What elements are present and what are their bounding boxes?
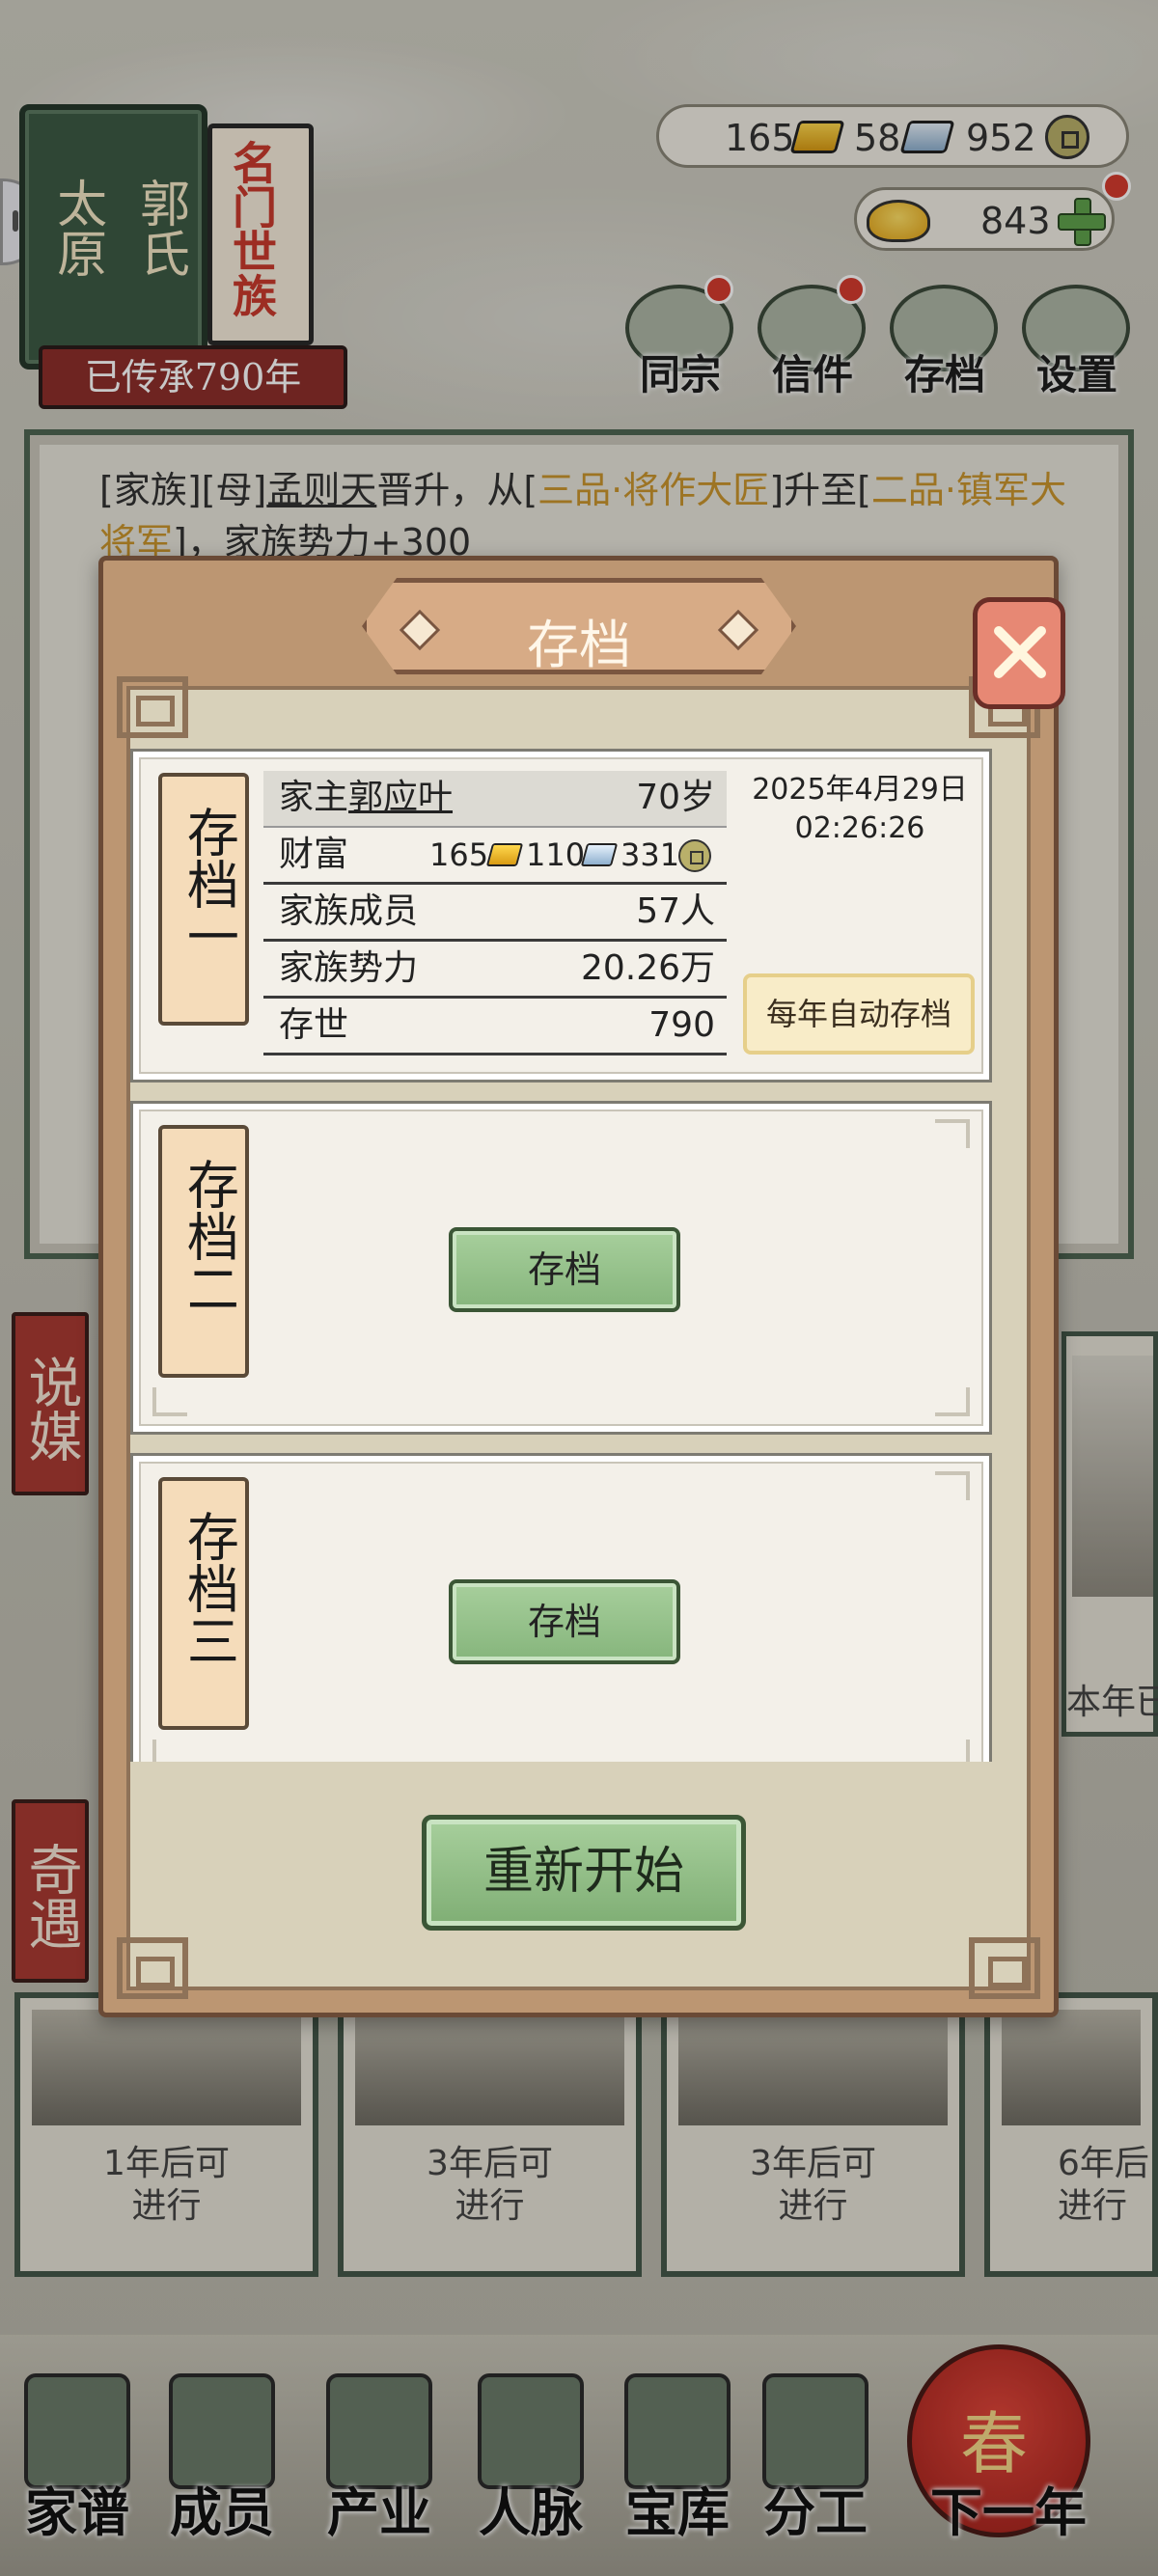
slot-tag: 存档三 bbox=[158, 1477, 249, 1730]
dialog-title-plate: 存档 bbox=[362, 578, 796, 674]
silver-ingot-icon bbox=[580, 843, 619, 866]
lattice-corner-ornament bbox=[117, 676, 188, 738]
corner-ornament bbox=[935, 1119, 970, 1148]
slot-tag-label: 存档一 bbox=[178, 806, 239, 962]
wealth-values: 165 110 331 bbox=[429, 828, 719, 882]
corner-ornament bbox=[935, 1387, 970, 1416]
save-info-table: 家主郭应叶 70岁 财富 165 110 331 家族成员 57人 家族势力 2… bbox=[263, 771, 727, 1055]
info-row-wealth: 财富 165 110 331 bbox=[263, 828, 727, 885]
close-icon bbox=[994, 626, 1046, 678]
info-row-members: 家族成员 57人 bbox=[263, 885, 727, 942]
lattice-corner-ornament bbox=[969, 1937, 1040, 1999]
slot-tag: 存档一 bbox=[158, 773, 249, 1026]
save-timestamp: 2025年4月29日 02:26:26 bbox=[730, 771, 990, 848]
head-age: 70岁 bbox=[636, 778, 715, 817]
wealth-gold: 165 bbox=[429, 836, 489, 873]
corner-ornament bbox=[935, 1471, 970, 1500]
corner-ornament bbox=[152, 1387, 187, 1416]
save-date: 2025年4月29日 bbox=[752, 773, 968, 807]
save-button[interactable]: 存档 bbox=[449, 1227, 680, 1312]
influence-label: 家族势力 bbox=[279, 948, 419, 988]
head-name-link[interactable]: 郭应叶 bbox=[348, 778, 453, 817]
wealth-label: 财富 bbox=[279, 835, 349, 874]
influence-value: 20.26万 bbox=[580, 948, 715, 988]
slot-tag-label: 存档三 bbox=[178, 1510, 239, 1666]
save-slot-list[interactable]: 存档一 家主郭应叶 70岁 财富 165 110 331 家族成员 57人 家族… bbox=[130, 749, 999, 1762]
save-slot-1[interactable]: 存档一 家主郭应叶 70岁 财富 165 110 331 家族成员 57人 家族… bbox=[130, 749, 992, 1082]
copper-coin-icon bbox=[678, 839, 711, 872]
info-row-head: 家主郭应叶 70岁 bbox=[263, 771, 727, 828]
wealth-silver: 110 bbox=[526, 836, 586, 873]
slot-tag: 存档二 bbox=[158, 1125, 249, 1378]
members-label: 家族成员 bbox=[279, 891, 419, 931]
save-dialog: 存档 存档一 家主郭应叶 70岁 财富 165 110 331 家族成员 57人… bbox=[98, 556, 1065, 2017]
corner-ornament bbox=[935, 1740, 970, 1762]
generations-value: 790 bbox=[648, 1005, 715, 1045]
save-button[interactable]: 存档 bbox=[449, 1579, 680, 1664]
save-slot-3[interactable]: 存档三 存档 bbox=[130, 1453, 992, 1762]
generations-label: 存世 bbox=[279, 1005, 349, 1045]
save-slot-2[interactable]: 存档二 存档 bbox=[130, 1101, 992, 1435]
corner-ornament bbox=[152, 1740, 187, 1762]
restart-button[interactable]: 重新开始 bbox=[422, 1815, 746, 1931]
auto-save-badge: 每年自动存档 bbox=[743, 973, 975, 1055]
wealth-coins: 331 bbox=[620, 836, 680, 873]
info-row-influence: 家族势力 20.26万 bbox=[263, 942, 727, 999]
close-button[interactable] bbox=[973, 597, 1065, 709]
lattice-corner-ornament bbox=[117, 1937, 188, 1999]
slot-tag-label: 存档二 bbox=[178, 1158, 239, 1314]
gold-ingot-icon bbox=[485, 843, 524, 866]
save-time: 02:26:26 bbox=[794, 811, 925, 845]
members-value: 57人 bbox=[636, 891, 715, 931]
info-row-generations: 存世 790 bbox=[263, 999, 727, 1055]
head-label: 家主 bbox=[279, 778, 349, 817]
